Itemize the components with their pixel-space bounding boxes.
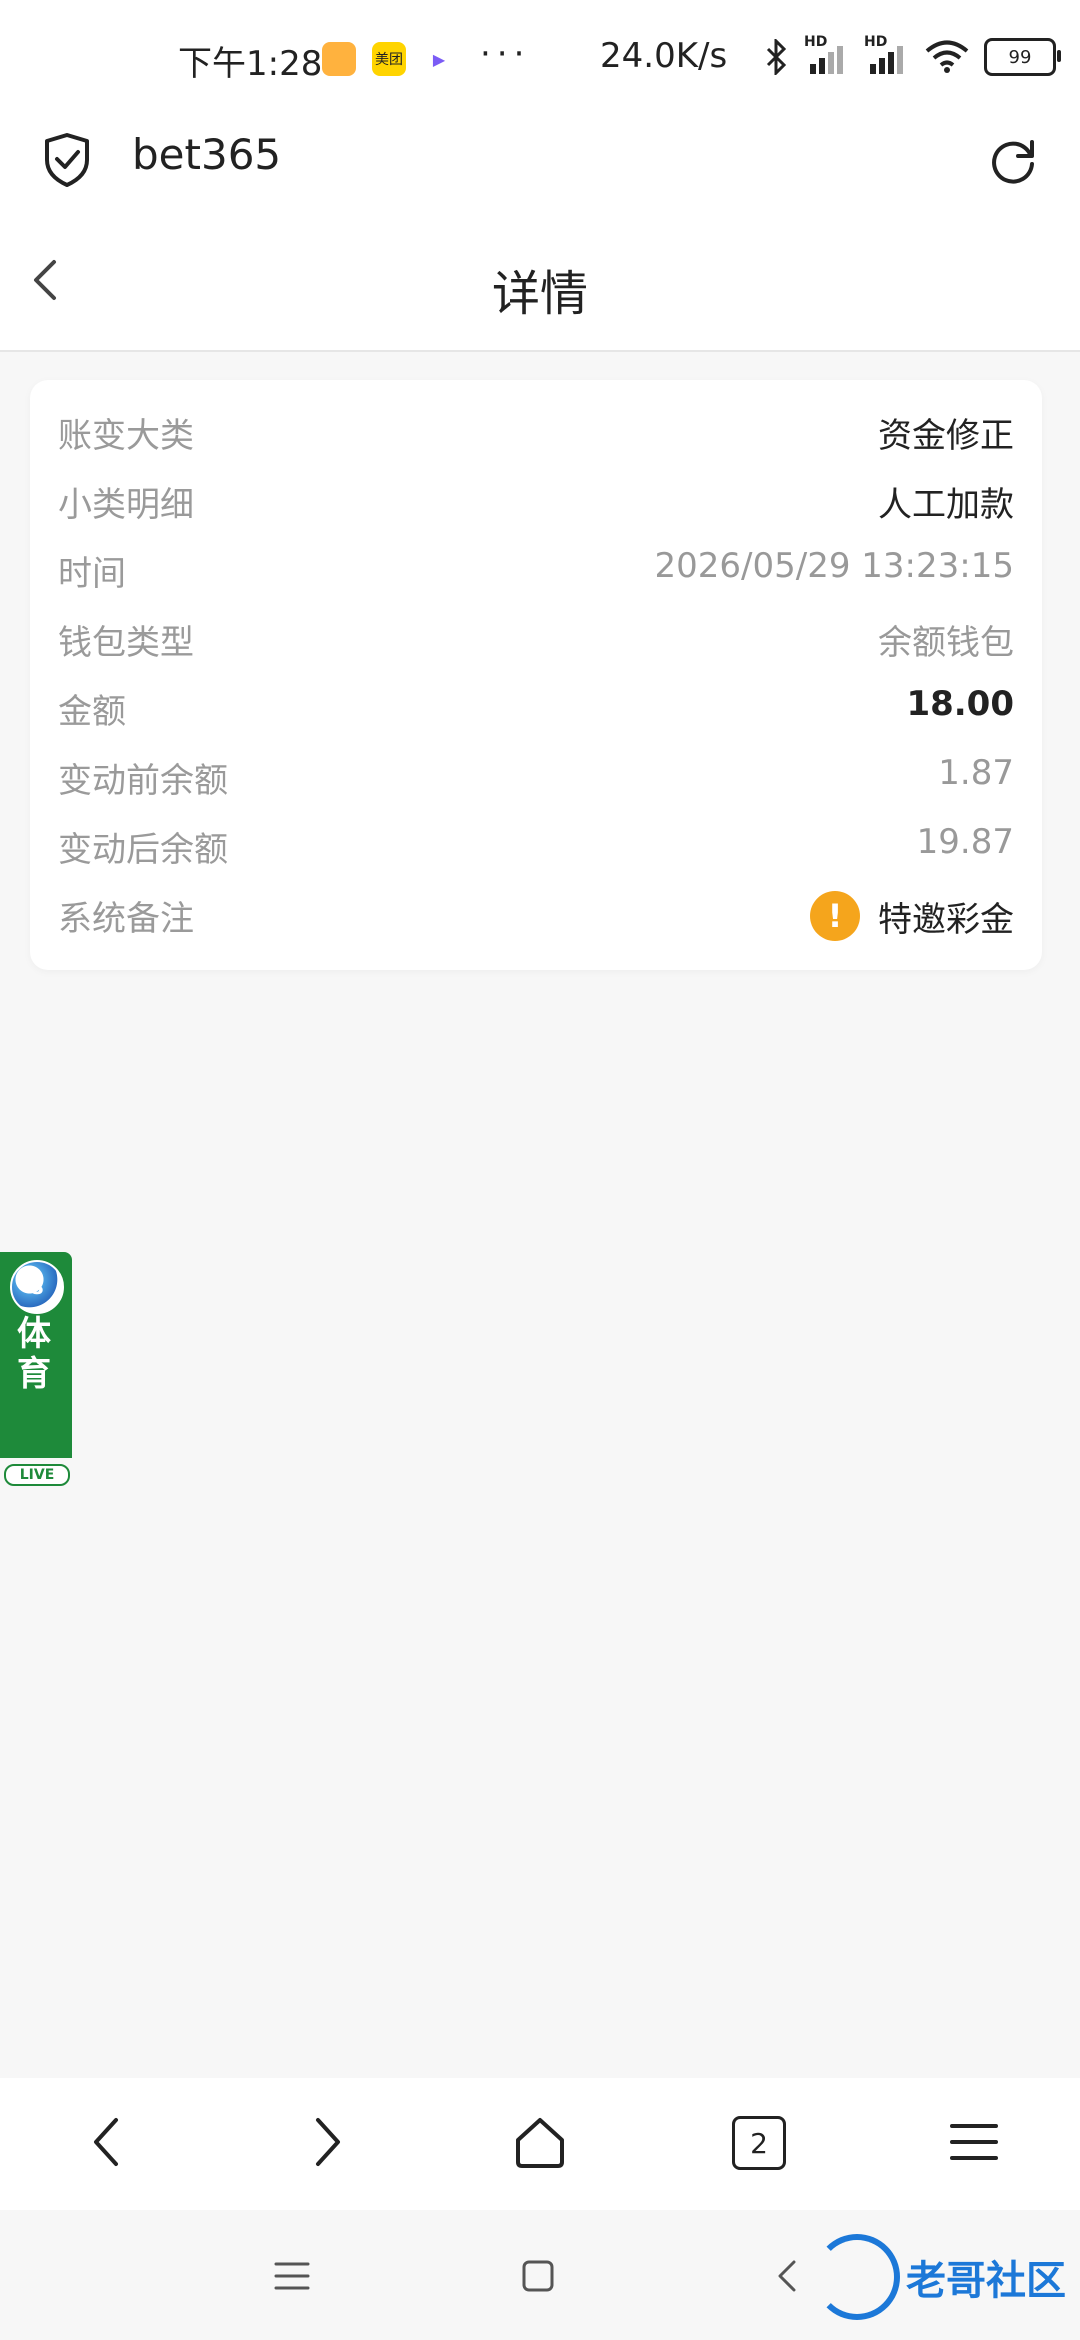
detail-row-system-note: 系统备注 ! 特邀彩金 <box>58 891 1014 951</box>
detail-label: 系统备注 <box>58 899 194 939</box>
detail-value: 2026/05/29 13:23:15 <box>654 546 1014 586</box>
status-time: 下午1:28 <box>178 44 323 84</box>
page-title: 详情 <box>491 266 588 322</box>
signal-strength-icon-2: HD <box>864 34 910 74</box>
detail-label: 变动后余额 <box>58 830 228 870</box>
page-header: 详情 <box>0 210 1080 352</box>
dragon-logo-icon <box>814 2234 900 2320</box>
detail-value: 余额钱包 <box>878 623 1014 663</box>
status-right-icons: HD HD 99 <box>762 34 1061 76</box>
detail-row-wallet-type: 钱包类型 余额钱包 <box>58 615 1014 675</box>
detail-value: 19.87 <box>916 822 1014 862</box>
warning-icon[interactable]: ! <box>810 891 860 941</box>
more-notifications-icon: ··· <box>480 34 531 74</box>
bluetooth-icon <box>766 39 787 75</box>
detail-label: 变动前余额 <box>58 761 228 801</box>
detail-value: 1.87 <box>938 753 1014 793</box>
detail-row-balance-after: 变动后余额 19.87 <box>58 822 1014 882</box>
transaction-detail-card: 账变大类 资金修正 小类明细 人工加款 时间 2026/05/29 13:23:… <box>30 380 1042 970</box>
nav-back-icon[interactable] <box>78 2112 138 2172</box>
sports-live-badge[interactable]: 8 体育 LIVE <box>0 1252 72 1486</box>
nav-forward-icon[interactable] <box>296 2112 356 2172</box>
home-icon[interactable] <box>510 2112 570 2172</box>
wifi-icon <box>925 40 969 73</box>
tabs-count-button[interactable]: 2 <box>732 2116 786 2170</box>
note-text: 特邀彩金 <box>878 899 1014 940</box>
menu-icon[interactable] <box>944 2112 1004 2172</box>
system-back-icon[interactable] <box>766 2254 810 2298</box>
sports-badge-label: 体育 <box>17 1314 51 1394</box>
detail-row-category: 账变大类 资金修正 <box>58 408 1014 468</box>
detail-value: 资金修正 <box>878 416 1014 456</box>
status-bar: 下午1:28 美团 ▶ ··· 24.0K/s HD HD 99 <box>0 0 1080 110</box>
detail-row-amount: 金额 18.00 <box>58 684 1014 744</box>
browser-bottom-nav: 2 <box>0 2078 1080 2210</box>
battery-indicator: 99 <box>984 38 1061 76</box>
system-home-icon[interactable] <box>516 2254 560 2298</box>
tab-count-value: 2 <box>750 2126 768 2160</box>
status-app-icons: 美团 ▶ <box>322 42 456 76</box>
watermark: 老哥社区 <box>814 2234 1066 2320</box>
detail-label: 时间 <box>58 554 126 594</box>
browser-title: bet365 <box>132 130 282 179</box>
detail-value: 人工加款 <box>878 485 1014 525</box>
refresh-icon[interactable] <box>986 134 1040 188</box>
detail-value-note: ! 特邀彩金 <box>810 891 1014 941</box>
detail-label: 金额 <box>58 692 126 732</box>
watermark-text: 老哥社区 <box>906 2258 1066 2304</box>
network-speed: 24.0K/s <box>600 36 728 76</box>
detail-label: 账变大类 <box>58 416 194 456</box>
recent-apps-icon[interactable] <box>270 2254 314 2298</box>
ball-number: 8 <box>30 1275 44 1299</box>
detail-row-time: 时间 2026/05/29 13:23:15 <box>58 546 1014 606</box>
meituan-app-icon: 美团 <box>372 42 406 76</box>
gallery-app-icon <box>322 42 356 76</box>
detail-row-subcategory: 小类明细 人工加款 <box>58 477 1014 537</box>
signal-strength-icon-1: HD <box>804 34 850 74</box>
play-app-icon: ▶ <box>422 42 456 76</box>
detail-label: 钱包类型 <box>58 623 194 663</box>
detail-label: 小类明细 <box>58 485 194 525</box>
shield-check-icon[interactable] <box>42 132 92 188</box>
live-tag: LIVE <box>4 1464 70 1486</box>
browser-bar: bet365 <box>0 110 1080 210</box>
detail-value: 18.00 <box>906 684 1014 724</box>
detail-row-balance-before: 变动前余额 1.87 <box>58 753 1014 813</box>
